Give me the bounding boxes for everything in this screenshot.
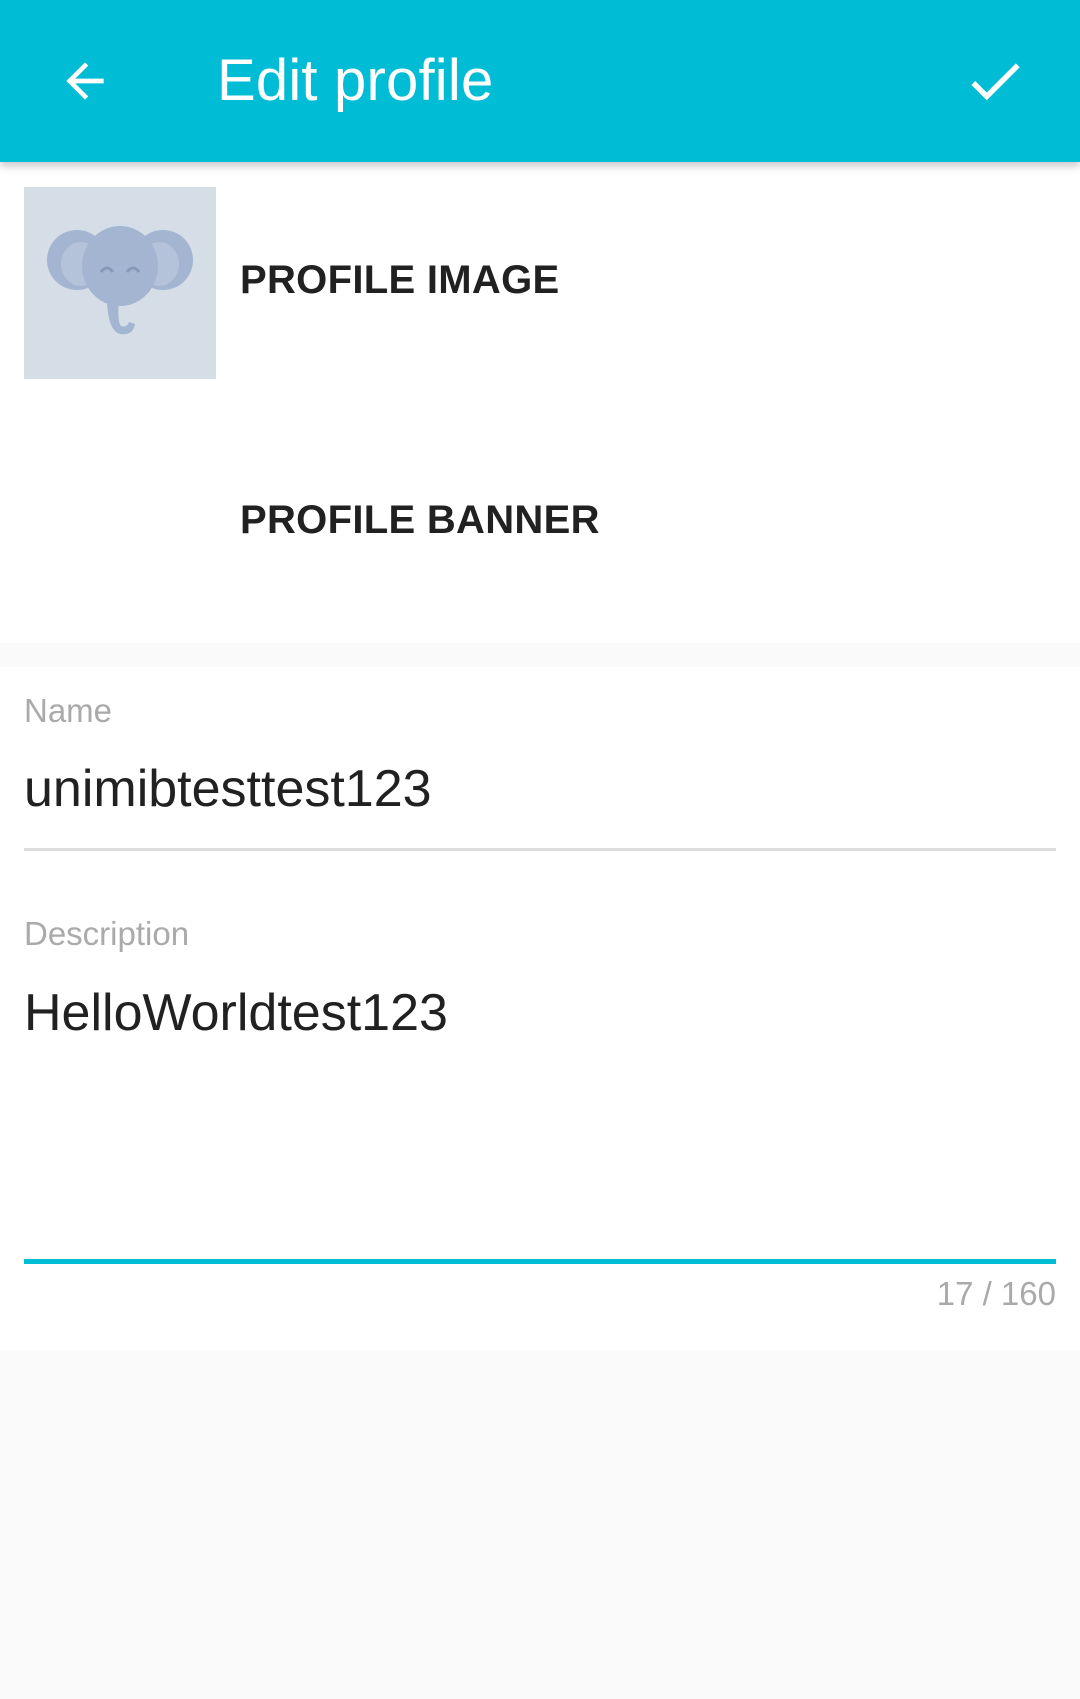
description-field[interactable]: HelloWorldtest123 — [24, 983, 448, 1043]
save-button[interactable] — [950, 36, 1040, 126]
arrow-back-icon — [66, 62, 104, 100]
profile-image-button[interactable]: PROFILE IMAGE — [240, 258, 559, 303]
name-field-label: Name — [24, 692, 113, 729]
name-field[interactable]: unimibtesttest123 — [24, 759, 432, 819]
description-field-underline — [24, 1259, 1056, 1264]
app-toolbar: Edit profile — [0, 0, 1080, 162]
name-field-underline — [24, 848, 1056, 851]
page-title: Edit profile — [217, 48, 494, 113]
profile-banner-button[interactable]: PROFILE BANNER — [240, 498, 600, 543]
character-counter: 17 / 160 — [936, 1275, 1056, 1312]
elephant-avatar-icon — [47, 226, 193, 335]
back-button[interactable] — [40, 36, 130, 126]
profile-image-preview[interactable] — [24, 187, 216, 379]
description-field-label: Description — [24, 915, 190, 952]
profile-images-section: PROFILE IMAGE PROFILE BANNER — [0, 162, 1080, 643]
profile-fields-section: Name unimibtesttest123 Description Hello… — [0, 667, 1080, 1350]
check-icon — [971, 63, 1020, 101]
